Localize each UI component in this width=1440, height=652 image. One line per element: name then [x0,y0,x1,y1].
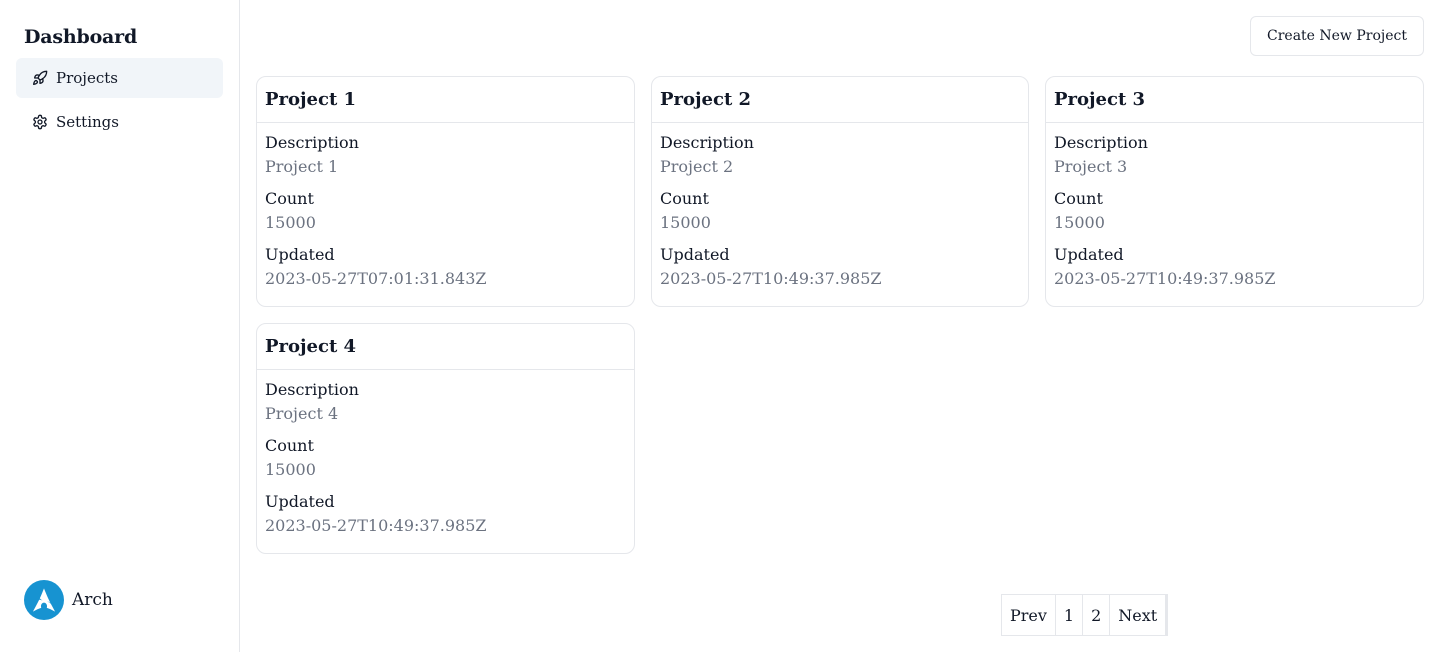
card-header: Project 1 [257,77,634,123]
next-page-button[interactable]: Next [1110,595,1168,635]
page-1-button[interactable]: 1 [1055,595,1084,635]
app: Dashboard Projects Settings Arch Create … [0,0,1440,652]
field-label: Description [265,133,359,152]
rocket-icon [32,70,48,86]
updated-field: Updated 2023-05-27T07:01:31.843Z [265,243,626,291]
card-body: Description Project 4 Count 15000 Update… [257,370,634,538]
arch-logo-icon [32,588,56,612]
count-field: Count 15000 [660,187,1020,235]
card-title: Project 4 [265,336,357,357]
sidebar-item-label: Settings [56,113,119,131]
project-card[interactable]: Project 3 Description Project 3 Count 15… [1045,76,1424,307]
field-value: 15000 [660,213,711,232]
field-value: 2023-05-27T10:49:37.985Z [1054,269,1276,288]
field-label: Description [265,380,359,399]
sidebar: Dashboard Projects Settings Arch [0,0,240,652]
field-label: Count [660,189,709,208]
field-label: Updated [1054,245,1124,264]
description-field: Description Project 3 [1054,131,1415,179]
field-label: Updated [660,245,730,264]
card-body: Description Project 2 Count 15000 Update… [652,123,1028,291]
field-value: Project 2 [660,157,734,176]
create-project-button[interactable]: Create New Project [1250,16,1424,56]
count-field: Count 15000 [265,187,626,235]
gear-icon [32,114,48,130]
field-value: 2023-05-27T10:49:37.985Z [265,516,487,535]
field-value: 2023-05-27T07:01:31.843Z [265,269,487,288]
card-title: Project 2 [660,89,752,110]
updated-field: Updated 2023-05-27T10:49:37.985Z [1054,243,1415,291]
avatar [24,580,64,620]
prev-page-button[interactable]: Prev [1002,595,1056,635]
field-label: Count [265,189,314,208]
card-header: Project 4 [257,324,634,370]
count-field: Count 15000 [1054,187,1415,235]
field-value: 15000 [265,213,316,232]
field-value: Project 4 [265,404,339,423]
sidebar-item-projects[interactable]: Projects [16,58,223,98]
field-value: Project 1 [265,157,339,176]
page-2-button[interactable]: 2 [1083,595,1111,635]
count-field: Count 15000 [265,434,626,482]
card-body: Description Project 3 Count 15000 Update… [1046,123,1423,291]
project-card[interactable]: Project 1 Description Project 1 Count 15… [256,76,635,307]
project-card[interactable]: Project 2 Description Project 2 Count 15… [651,76,1029,307]
card-header: Project 3 [1046,77,1423,123]
pagination: Prev 1 2 Next [1001,594,1169,636]
sidebar-item-label: Projects [56,69,118,87]
project-card[interactable]: Project 4 Description Project 4 Count 15… [256,323,635,554]
description-field: Description Project 2 [660,131,1020,179]
card-title: Project 3 [1054,89,1146,110]
brand-title: Dashboard [24,26,138,48]
project-grid: Project 1 Description Project 1 Count 15… [256,76,1424,554]
field-label: Count [1054,189,1103,208]
description-field: Description Project 1 [265,131,626,179]
updated-field: Updated 2023-05-27T10:49:37.985Z [660,243,1020,291]
field-value: 15000 [265,460,316,479]
field-value: 15000 [1054,213,1105,232]
card-header: Project 2 [652,77,1028,123]
sidebar-item-settings[interactable]: Settings [16,102,223,142]
main-content: Create New Project Project 1 Description… [240,0,1440,652]
field-label: Updated [265,245,335,264]
field-label: Description [660,133,754,152]
card-body: Description Project 1 Count 15000 Update… [257,123,634,291]
card-title: Project 1 [265,89,357,110]
user-name: Arch [72,590,113,610]
field-label: Count [265,436,314,455]
field-label: Description [1054,133,1148,152]
field-value: Project 3 [1054,157,1128,176]
toolbar: Create New Project [256,16,1424,56]
updated-field: Updated 2023-05-27T10:49:37.985Z [265,490,626,538]
field-value: 2023-05-27T10:49:37.985Z [660,269,882,288]
user-profile[interactable]: Arch [24,580,113,620]
description-field: Description Project 4 [265,378,626,426]
field-label: Updated [265,492,335,511]
